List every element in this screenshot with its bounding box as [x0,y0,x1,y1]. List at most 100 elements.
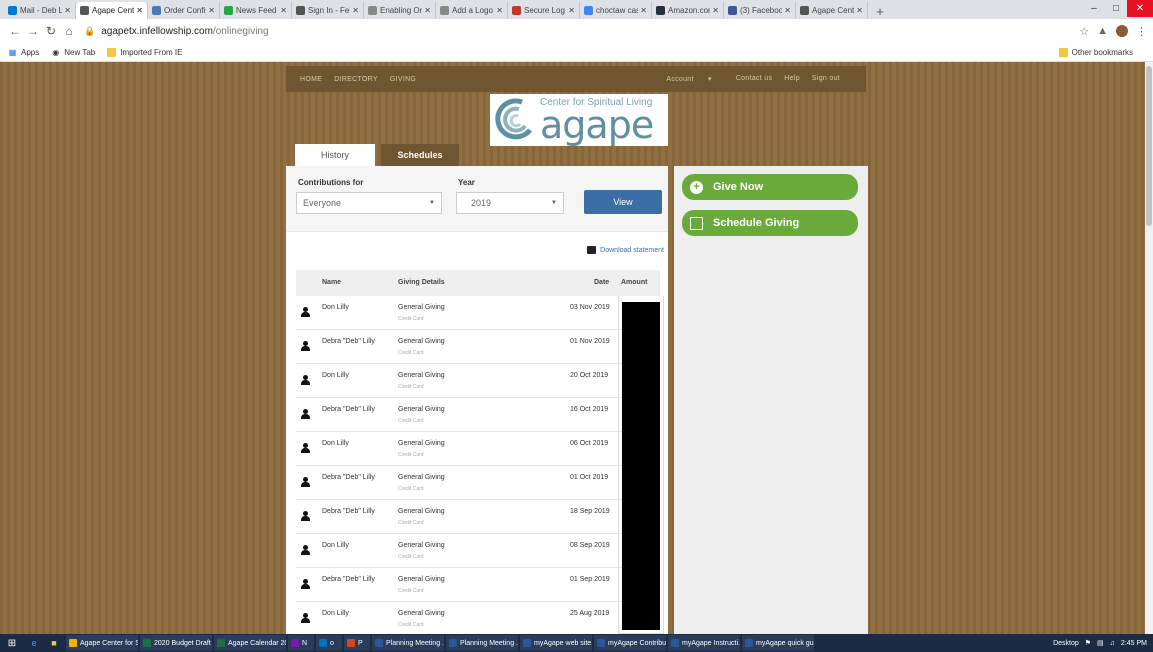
browser-tab-label: Order Confirm [164,6,206,15]
close-tab-icon[interactable]: ✕ [64,6,71,15]
taskbar-item[interactable]: Planning Meeting ... [446,635,518,651]
bookmark-new-tab[interactable]: ◉ New Tab [51,48,95,57]
browser-tab[interactable]: (3) Facebook✕ [724,2,796,19]
taskbar-item[interactable]: myAgape Instructi... [668,635,740,651]
mail-icon [8,6,17,15]
browser-tab[interactable]: Enabling Onli✕ [364,2,436,19]
browser-tab[interactable]: Secure Log O✕ [508,2,580,19]
browser-tab[interactable]: Order Confirm✕ [148,2,220,19]
tab-schedules[interactable]: Schedules [381,144,459,166]
close-tab-icon[interactable]: ✕ [280,6,287,15]
reload-icon[interactable]: ↻ [42,22,60,40]
table-row[interactable]: Debra "Deb" Lilly General Giving Credit Ca… [296,398,660,432]
close-tab-icon[interactable]: ✕ [784,6,791,15]
year-select[interactable]: 2019 ▼ [456,192,564,214]
table-row[interactable]: Don Lilly General Giving Credit Card 06 Oct… [296,432,660,466]
network-icon[interactable]: ▤ [1097,639,1104,647]
browser-tab[interactable]: Sign In - Fello✕ [292,2,364,19]
taskbar-item[interactable]: myAgape quick gui... [742,635,814,651]
app-icon [143,639,151,647]
close-tab-icon[interactable]: ✕ [568,6,575,15]
close-tab-icon[interactable]: ✕ [856,6,863,15]
taskbar-item[interactable]: Agape Center for S... [66,635,138,651]
browser-tab[interactable]: choctaw casin✕ [580,2,652,19]
bookmark-other[interactable]: Other bookmarks [1058,47,1133,57]
browser-tab[interactable]: Add a Logo t ✕ [436,2,508,19]
table-row[interactable]: Don Lilly General Giving Credit Card 20 Oct… [296,364,660,398]
page-scrollbar[interactable] [1145,62,1153,634]
internet-explorer-icon[interactable]: e [26,636,42,650]
window-controls: – □ ✕ [1083,0,1153,17]
taskbar-item[interactable]: N [288,635,314,651]
table-row[interactable]: Don Lilly General Giving Credit Card 08 Sep… [296,534,660,568]
view-button[interactable]: View [584,190,662,214]
nav-account[interactable]: Account ▾ [666,75,723,83]
close-tab-icon[interactable]: ✕ [640,6,647,15]
volume-icon[interactable]: ♫ [1110,640,1115,647]
taskbar-item[interactable]: Agape Calendar 20... [214,635,286,651]
nav-giving[interactable]: GIVING [390,76,416,83]
browser-tab-label: Add a Logo t [452,6,495,15]
schedule-giving-button[interactable]: Schedule Giving [682,210,858,236]
home-icon[interactable]: ⌂ [60,22,78,40]
browser-tab[interactable]: Mail - Deb Lill✕ [4,2,76,19]
app-icon [347,639,355,647]
contributions-select[interactable]: Everyone ▼ [296,192,442,214]
taskbar-item[interactable]: o [316,635,342,651]
forward-arrow-icon[interactable]: → [24,22,42,40]
minimize-icon[interactable]: – [1083,0,1105,17]
close-window-icon[interactable]: ✕ [1127,0,1153,17]
back-arrow-icon[interactable]: ← [6,22,24,40]
scrollbar-thumb[interactable] [1146,66,1152,226]
table-row[interactable]: Debra "Deb" Lilly General Giving Credit Ca… [296,500,660,534]
bookmark-imported[interactable]: Imported From IE [107,47,182,57]
taskbar-item[interactable]: myAgape web site ... [520,635,592,651]
desktop-label[interactable]: Desktop [1053,640,1079,647]
browser-tab[interactable]: News Feed ✕ [220,2,292,19]
nav-directory[interactable]: DIRECTORY [334,76,378,83]
clock-time[interactable]: 2:45 PM [1121,640,1147,647]
person-icon [301,511,310,521]
history-panel: Contributions for Everyone ▼ Year 2019 ▼… [286,166,668,634]
windows-start-icon[interactable]: ⊞ [4,636,20,650]
close-tab-icon[interactable]: ✕ [712,6,719,15]
give-now-button[interactable]: + Give Now [682,174,858,200]
nav-contact[interactable]: Contact us [736,75,772,83]
url-field[interactable]: 🔒 agapetx.infellowship.com/onlinegiving [84,22,1071,40]
close-tab-icon[interactable]: ✕ [136,6,143,15]
table-row[interactable]: Debra "Deb" Lilly General Giving Credit Ca… [296,568,660,602]
table-row[interactable]: Debra "Deb" Lilly General Giving Credit Ca… [296,466,660,500]
redacted-amounts [622,302,660,630]
browser-tab-label: Agape Center [812,6,855,15]
nav-home[interactable]: HOME [300,76,322,83]
download-statement-link[interactable]: Download statement [587,246,664,254]
taskbar-item[interactable]: myAgape Contribu... [594,635,666,651]
bookmark-apps[interactable]: ▦ Apps [8,48,40,57]
taskbar-item[interactable]: Planning Meeting ... [372,635,444,651]
new-tab-plus-icon[interactable]: + [872,3,888,19]
nav-signout[interactable]: Sign out [812,75,840,83]
flag-icon[interactable]: ⚑ [1085,639,1091,647]
row-date: 01 Nov 2019 [570,338,610,345]
table-row[interactable]: Debra "Deb" Lilly General Giving Credit Ca… [296,330,660,364]
browser-tab[interactable]: Agape Center✕ [76,2,148,19]
nav-help[interactable]: Help [784,75,800,83]
tab-history[interactable]: History [295,144,375,166]
extension-icon[interactable]: ▲ [1097,25,1108,37]
close-tab-icon[interactable]: ✕ [352,6,359,15]
file-explorer-icon[interactable]: ■ [46,636,62,650]
browser-tab[interactable]: Agape Center✕ [796,2,868,19]
logo-tagline: Center for Spiritual Living [540,97,653,108]
menu-dots-icon[interactable]: ⋮ [1136,25,1147,38]
close-tab-icon[interactable]: ✕ [496,6,503,15]
close-tab-icon[interactable]: ✕ [424,6,431,15]
taskbar-item[interactable]: 2020 Budget Draft v... [140,635,212,651]
star-icon[interactable]: ☆ [1079,25,1089,38]
taskbar-item[interactable]: P [344,635,370,651]
table-row[interactable]: Don Lilly General Giving Credit Card 03 Nov… [296,296,660,330]
close-tab-icon[interactable]: ✕ [208,6,215,15]
browser-tab[interactable]: Amazon.com ✕ [652,2,724,19]
profile-avatar[interactable] [1116,25,1128,37]
maximize-icon[interactable]: □ [1105,0,1127,17]
table-row[interactable]: Don Lilly General Giving Credit Card 25 Aug… [296,602,660,634]
